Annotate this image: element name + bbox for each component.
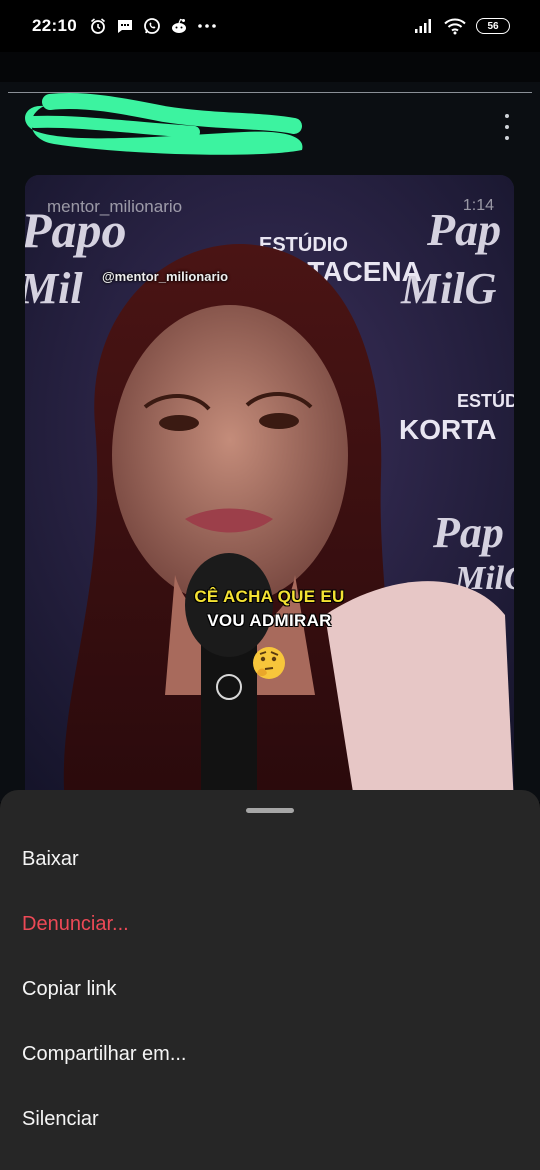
dot [505, 114, 509, 118]
status-bar: 22:10 56 [0, 0, 540, 52]
svg-text:ESTÚD: ESTÚD [457, 390, 514, 411]
thinking-face-icon [253, 647, 285, 679]
more-vertical-icon[interactable] [497, 114, 517, 140]
dot [505, 136, 509, 140]
alarm-icon [90, 18, 105, 34]
menu-item-download[interactable]: Baixar [22, 847, 79, 871]
whatsapp-icon [144, 18, 160, 34]
video-caption-line-1: CÊ ACHA QUE EU [194, 587, 345, 606]
system-icons: 56 [414, 17, 510, 35]
sheet-drag-handle[interactable] [246, 808, 294, 813]
more-dots-icon [198, 24, 216, 28]
menu-item-report[interactable]: Denunciar... [22, 912, 129, 936]
video-card[interactable]: Papo Mil Pap MilG Papo au Pap MilG ESTÚD… [25, 175, 514, 805]
menu-item-mute[interactable]: Silenciar [22, 1107, 99, 1131]
video-caption-line-2: VOU ADMIRAR [207, 611, 332, 630]
reddit-icon [171, 18, 186, 33]
status-time: 22:10 [32, 16, 77, 35]
svg-text:KORTA: KORTA [399, 414, 496, 445]
video-frame: Papo Mil Pap MilG Papo au Pap MilG ESTÚD… [25, 175, 514, 805]
battery-icon: 56 [476, 18, 510, 34]
video-handle: mentor_milionario [47, 197, 183, 216]
options-bottom-sheet: Baixar Denunciar... Copiar link Comparti… [0, 790, 540, 1170]
signal-icon [415, 19, 431, 33]
battery-level: 56 [487, 20, 499, 32]
menu-item-copy-link[interactable]: Copiar link [22, 977, 116, 1001]
svg-text:Pap: Pap [432, 508, 504, 557]
menu-item-share-to[interactable]: Compartilhar em... [22, 1042, 187, 1066]
svg-text:Mil: Mil [25, 264, 83, 313]
message-icon [117, 20, 132, 33]
dot [505, 125, 509, 129]
wifi-icon [444, 18, 466, 35]
video-watermark: @mentor_milionario [102, 269, 229, 284]
redacted-username [25, 92, 303, 155]
notification-icons [89, 17, 217, 35]
video-duration: 1:14 [462, 197, 494, 214]
